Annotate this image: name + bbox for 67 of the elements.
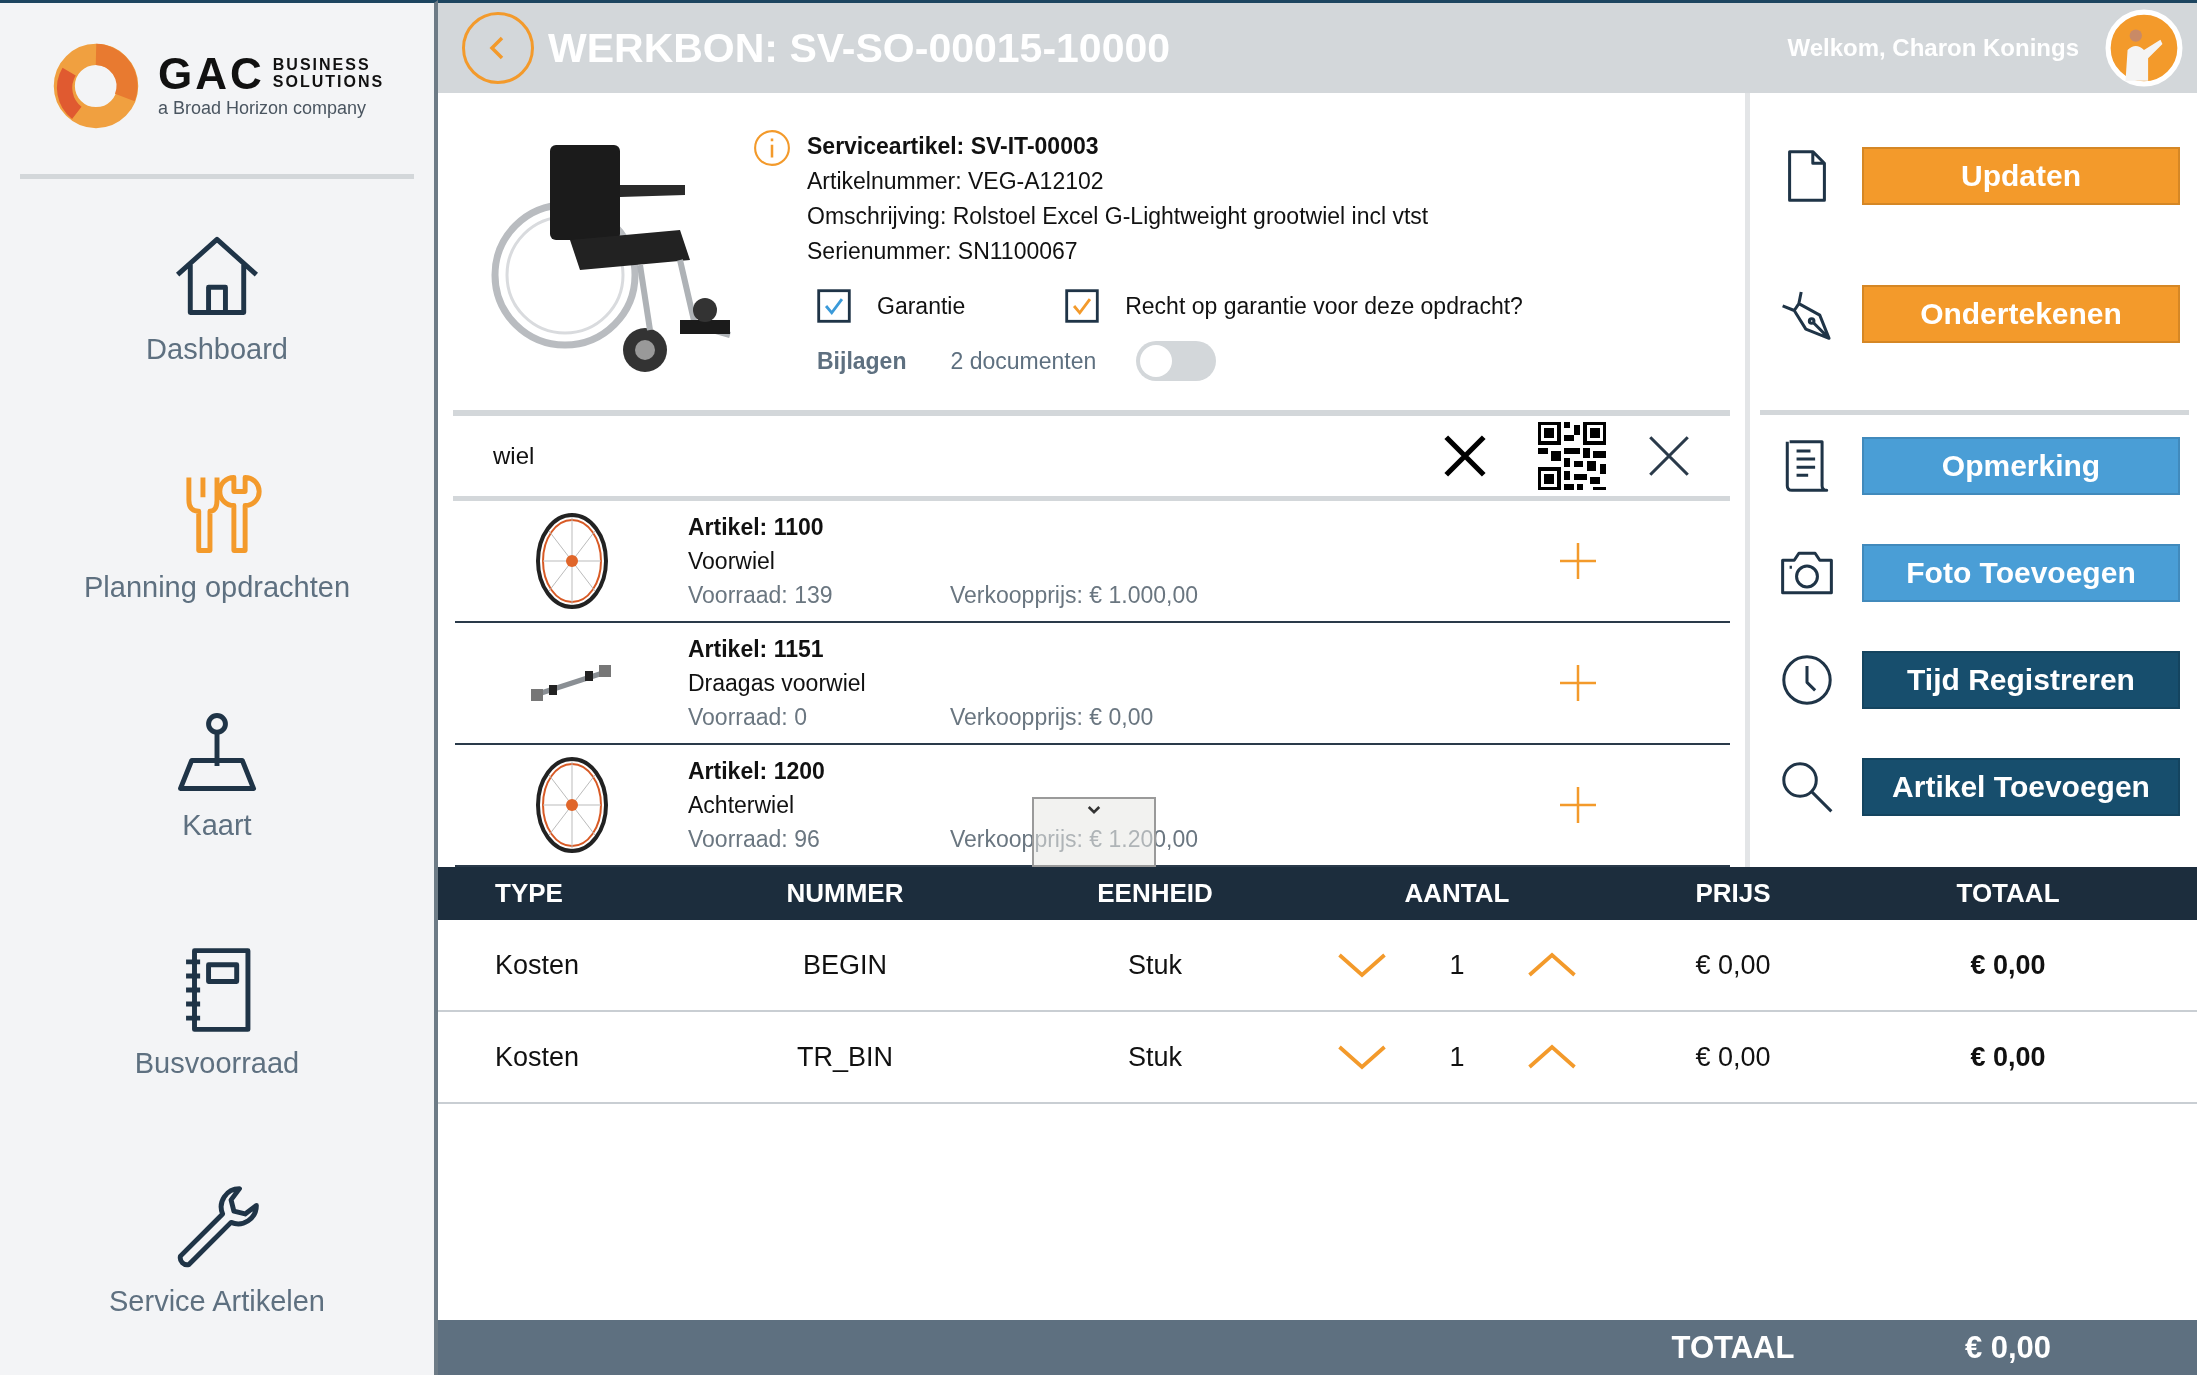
table-cell-text: Stuk bbox=[1127, 949, 1183, 981]
table-cell-text: Kosten bbox=[494, 949, 581, 981]
article-number: Artikel: 1151 bbox=[688, 635, 824, 664]
info-icon bbox=[753, 129, 791, 167]
avatar[interactable] bbox=[2105, 9, 2183, 87]
total-label: TOTAAL bbox=[1670, 1329, 1796, 1366]
article-name: Voorwiel bbox=[688, 547, 775, 576]
service-item-detail: Omschrijving: Rolstoel Excel G-Lightweight grootwiel incl vtst bbox=[807, 202, 1430, 231]
table-cell-text: € 0,00 bbox=[1969, 1041, 2047, 1073]
logo-subtitle: BUSINESS bbox=[272, 57, 372, 74]
checkbox-label: Recht op garantie voor deze opdracht? bbox=[1125, 292, 1523, 320]
attachments-label: Bijlagen bbox=[817, 347, 907, 375]
article-number: Artikel: 1200 bbox=[688, 757, 825, 786]
service-item-title: Serviceartikel: SV-IT-00003 bbox=[807, 132, 1100, 161]
table-cell-text: € 0,00 bbox=[1969, 949, 2047, 981]
stock-text: Voorraad: 96 bbox=[688, 825, 821, 854]
stock-text: Voorraad: 139 bbox=[688, 581, 834, 610]
action-button[interactable]: Tijd Registreren bbox=[1862, 651, 2180, 709]
add-button[interactable] bbox=[1558, 541, 1598, 581]
table-cell-text: € 0,00 bbox=[1694, 1041, 1772, 1073]
qr-code-icon bbox=[1538, 422, 1606, 490]
table-cell-text: Stuk bbox=[1127, 1041, 1183, 1073]
plus-icon bbox=[1558, 541, 1598, 581]
quantity-value: 1 bbox=[1449, 949, 1465, 981]
nav-item[interactable]: Dashboard bbox=[0, 179, 434, 417]
action-button[interactable]: Opmerking bbox=[1862, 437, 2180, 495]
checkbox-label: Garantie bbox=[877, 292, 966, 320]
action-button[interactable]: Artikel Toevoegen bbox=[1862, 758, 2180, 816]
nav-item[interactable]: Planning opdrachten bbox=[0, 417, 434, 655]
service-item-detail: Serienummer: SN1100067 bbox=[807, 237, 1079, 266]
stock-text: Voorraad: 0 bbox=[688, 703, 808, 732]
logo-subtitle: SOLUTIONS bbox=[272, 74, 385, 91]
price-text: Verkoopprijs: € 0,00 bbox=[950, 703, 1154, 732]
column-header: TYPE bbox=[494, 878, 564, 909]
table-cell-text: € 0,00 bbox=[1694, 949, 1772, 981]
column-header: TOTAAL bbox=[1955, 878, 2061, 909]
checkbox[interactable] bbox=[1065, 289, 1100, 323]
table-cell-text: Kosten bbox=[494, 1041, 581, 1073]
plus-icon bbox=[1558, 663, 1598, 703]
search-field[interactable]: wiel bbox=[491, 441, 1055, 471]
article-number: Artikel: 1100 bbox=[688, 513, 824, 542]
back-button[interactable] bbox=[462, 12, 534, 84]
attachments-count: 2 documenten bbox=[950, 347, 1097, 375]
quantity-value: 1 bbox=[1449, 1041, 1465, 1073]
article-name: Draagas voorwiel bbox=[688, 669, 866, 698]
checkbox[interactable] bbox=[817, 289, 851, 323]
column-header: NUMMER bbox=[785, 878, 905, 909]
table-cell-text: TR_BIN bbox=[796, 1041, 894, 1073]
nav-item[interactable]: Service Artikelen bbox=[0, 1131, 434, 1369]
nav-item[interactable]: Busvoorraad bbox=[0, 893, 434, 1131]
add-button[interactable] bbox=[1558, 785, 1598, 825]
logo-tagline: a Broad Horizon company bbox=[158, 98, 368, 119]
toggle-switch[interactable] bbox=[1136, 341, 1217, 381]
nav-item[interactable]: Kaart bbox=[0, 655, 434, 893]
table-cell-text: BEGIN bbox=[802, 949, 888, 981]
logo-name: GAC bbox=[158, 52, 265, 96]
article-name: Achterwiel bbox=[688, 791, 795, 820]
column-header: EENHEID bbox=[1096, 878, 1214, 909]
total-value: € 0,00 bbox=[1963, 1329, 2053, 1366]
service-item-detail: Artikelnummer: VEG-A12102 bbox=[807, 167, 1105, 196]
column-header: PRIJS bbox=[1694, 878, 1772, 909]
column-header: AANTAL bbox=[1403, 878, 1511, 909]
price-text: Verkoopprijs: € 1.000,00 bbox=[950, 581, 1199, 610]
plus-icon bbox=[1558, 785, 1598, 825]
action-button[interactable]: Foto Toevoegen bbox=[1862, 544, 2180, 602]
qr-code-button[interactable] bbox=[1538, 422, 1606, 490]
add-button[interactable] bbox=[1558, 663, 1598, 703]
